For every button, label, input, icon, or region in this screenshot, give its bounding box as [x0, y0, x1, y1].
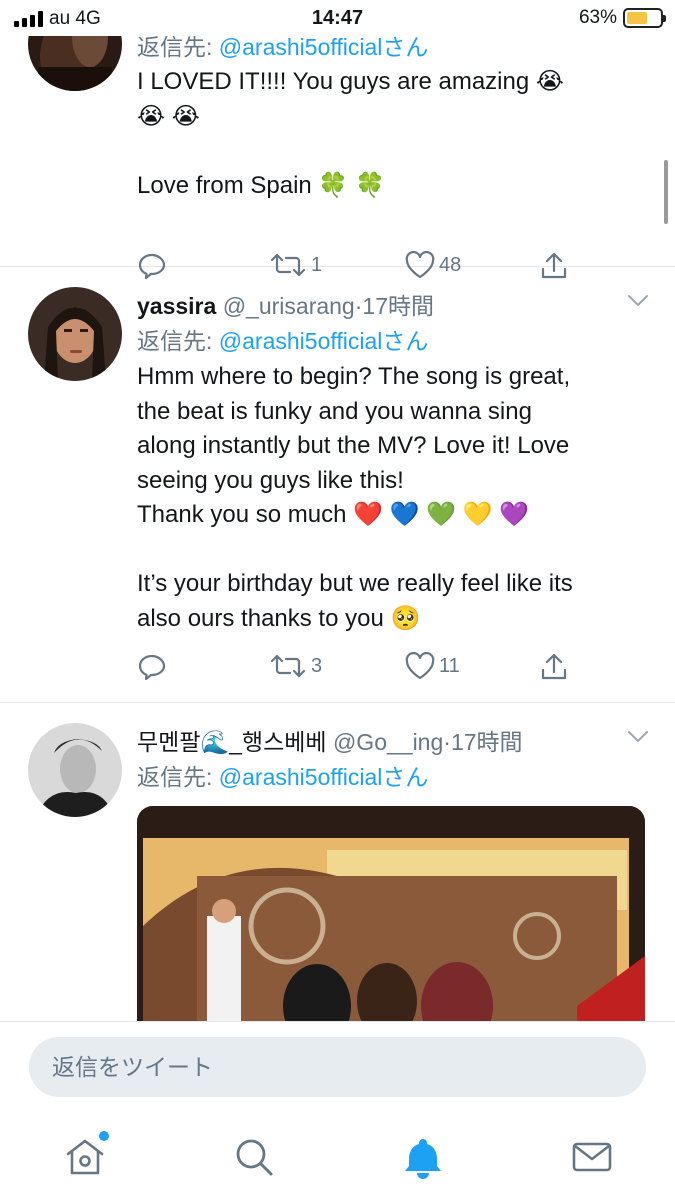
battery-info: 63% [578, 7, 666, 29]
tweet-text: Hmm where to begin? The song is great, t… [137, 363, 573, 632]
reply-input[interactable]: 返信をツイート [29, 1037, 646, 1097]
like-button[interactable]: 11 [405, 652, 460, 680]
like-count: 11 [439, 654, 460, 677]
tweet-actions: 3 11 [137, 652, 597, 686]
bell-icon [405, 1139, 441, 1179]
search-icon [236, 1139, 273, 1176]
display-name[interactable]: yassira [137, 293, 216, 319]
home-icon [66, 1139, 104, 1175]
tweet-header: yassira @_urisarang·17時間 [137, 293, 434, 319]
tab-search[interactable] [232, 1135, 276, 1179]
tab-messages[interactable] [570, 1135, 614, 1179]
mention-link[interactable]: @arashi5official [219, 328, 383, 354]
tab-home[interactable] [63, 1131, 109, 1179]
notification-dot [99, 1131, 109, 1141]
avatar[interactable] [28, 36, 122, 91]
tweet-text: I LOVED IT!!!! You guys are amazing 😭 😭 … [137, 68, 564, 199]
reply-feed[interactable]: 返信先: @arashi5officialさん I LOVED IT!!!! Y… [0, 36, 675, 1021]
tweet-time: 17時間 [450, 729, 523, 755]
mail-icon [572, 1142, 612, 1172]
reply-composer: 返信をツイート [0, 1021, 675, 1113]
tweet-media-video[interactable] [137, 806, 645, 1021]
reply-to-line: 返信先: @arashi5officialさん [137, 764, 429, 790]
tweet-time: 17時間 [362, 293, 434, 319]
tweet[interactable]: 返信先: @arashi5officialさん I LOVED IT!!!! Y… [0, 36, 675, 280]
avatar[interactable] [28, 723, 122, 817]
retweet-icon [270, 654, 306, 678]
clock: 14:47 [311, 7, 364, 29]
reply-to-line: 返信先: @arashi5officialさん [137, 328, 429, 354]
retweet-button[interactable]: 3 [269, 652, 322, 680]
chevron-down-icon[interactable] [627, 730, 649, 744]
user-handle[interactable]: @Go__ing [333, 729, 443, 755]
retweet-count: 3 [311, 654, 323, 677]
tweet[interactable]: 무멘팔🌊_행스베베 @Go__ing·17時間 返信先: @arashi5off… [0, 703, 675, 1021]
tab-notifications[interactable] [401, 1135, 445, 1179]
reply-icon [138, 654, 166, 681]
share-icon [541, 653, 567, 680]
avatar[interactable] [28, 287, 122, 381]
reply-button[interactable] [137, 652, 167, 682]
share-button[interactable] [539, 652, 569, 682]
heart-icon [405, 652, 435, 680]
battery-percent: 63% [578, 7, 617, 28]
mention-link[interactable]: @arashi5official [219, 36, 383, 60]
scrollbar[interactable] [664, 160, 668, 224]
tweet[interactable]: yassira @_urisarang·17時間 返信先: @arashi5of… [0, 267, 675, 703]
tab-bar [0, 1113, 675, 1200]
user-handle[interactable]: @_urisarang [223, 293, 355, 319]
tweet-header: 무멘팔🌊_행스베베 @Go__ing·17時間 [137, 729, 523, 755]
mention-link[interactable]: @arashi5official [219, 764, 383, 790]
status-bar: au 4G 14:47 63% [0, 0, 675, 36]
display-name[interactable]: 무멘팔🌊_행스베베 [137, 729, 327, 755]
reply-to-line: 返信先: @arashi5officialさん [137, 36, 429, 60]
battery-icon [623, 8, 666, 28]
chevron-down-icon[interactable] [627, 294, 649, 308]
